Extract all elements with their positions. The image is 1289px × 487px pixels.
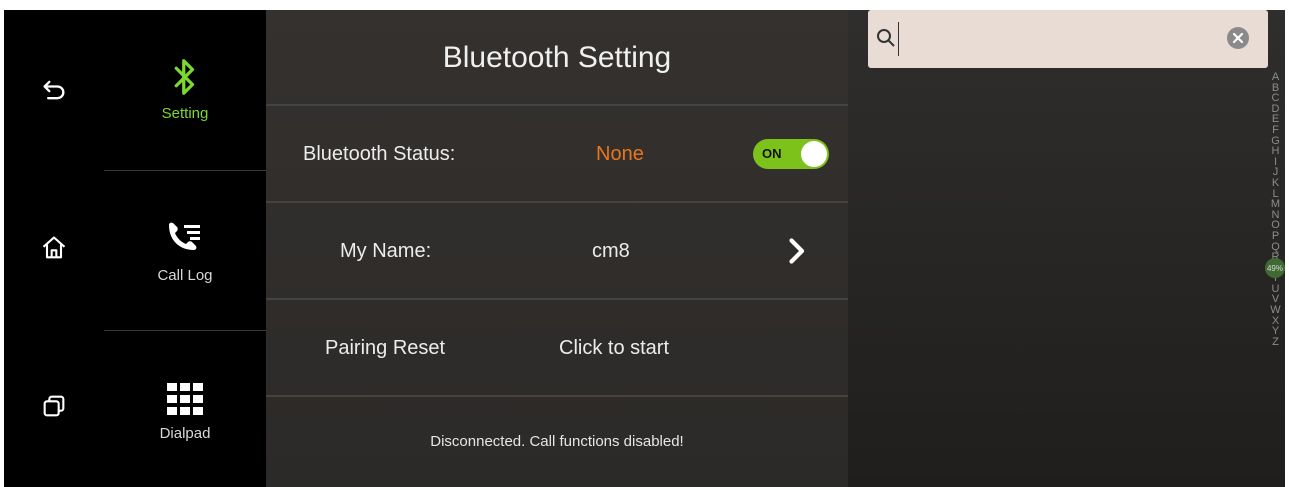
home-icon (42, 236, 66, 259)
bluetooth-status-value: None (596, 142, 644, 165)
bluetooth-toggle[interactable]: ON (753, 139, 829, 169)
call-log-icon (169, 222, 200, 250)
connection-status-message: Disconnected. Call functions disabled! (430, 433, 684, 450)
toggle-state-label: ON (762, 146, 782, 161)
alphabet-letter[interactable]: A (1272, 72, 1279, 83)
my-name-row[interactable]: My Name: cm8 (266, 203, 848, 299)
search-bar (868, 10, 1268, 68)
tab-setting[interactable]: Setting (104, 10, 266, 168)
alphabet-index[interactable]: ABCDEFGHIJKLMNOPQRSTUVWXYZ (1266, 72, 1285, 487)
home-button[interactable] (34, 228, 74, 268)
alphabet-letter[interactable]: P (1272, 231, 1279, 242)
search-input[interactable] (898, 22, 1213, 56)
recent-apps-icon (43, 395, 65, 417)
tab-call-log-label: Call Log (157, 266, 213, 284)
page-title: Bluetooth Setting (442, 41, 672, 74)
pairing-reset-action[interactable]: Click to start (559, 300, 669, 396)
scroll-position-badge: 49% (1265, 258, 1285, 278)
tab-dialpad[interactable]: Dialpad (104, 332, 266, 487)
tab-setting-label: Setting (161, 104, 209, 122)
alphabet-letter[interactable]: K (1272, 178, 1279, 189)
system-bar (4, 10, 104, 487)
bluetooth-status-label: Bluetooth Status: (303, 142, 456, 165)
bluetooth-status-row: Bluetooth Status: None ON (266, 106, 848, 202)
recent-apps-button[interactable] (34, 386, 74, 426)
tab-call-log[interactable]: Call Log (104, 172, 266, 330)
bluetooth-icon (174, 58, 195, 95)
tab-dialpad-label: Dialpad (159, 424, 211, 442)
tab-divider (104, 170, 266, 171)
tab-divider (104, 330, 266, 331)
dialpad-icon (167, 382, 203, 415)
chevron-right-icon[interactable] (778, 233, 814, 269)
contacts-panel: ABCDEFGHIJKLMNOPQRSTUVWXYZ 49% (848, 10, 1285, 487)
toggle-knob (801, 141, 827, 167)
my-name-value: cm8 (592, 239, 630, 262)
bluetooth-settings-panel: Bluetooth Setting Bluetooth Status: None… (266, 10, 848, 487)
search-icon (877, 29, 895, 47)
screen: Setting Call Log Dialpad Bluetooth Setti… (4, 10, 1285, 487)
pairing-reset-label: Pairing Reset (325, 336, 446, 359)
tab-column: Setting Call Log Dialpad (104, 10, 266, 487)
my-name-label: My Name: (340, 239, 432, 262)
alphabet-letter[interactable]: F (1272, 125, 1279, 136)
back-button[interactable] (34, 70, 74, 110)
alphabet-letter[interactable]: Z (1272, 337, 1279, 348)
clear-icon[interactable] (1226, 26, 1250, 50)
pairing-reset-row[interactable]: Pairing Reset Click to start (266, 300, 848, 396)
back-icon (43, 80, 65, 100)
